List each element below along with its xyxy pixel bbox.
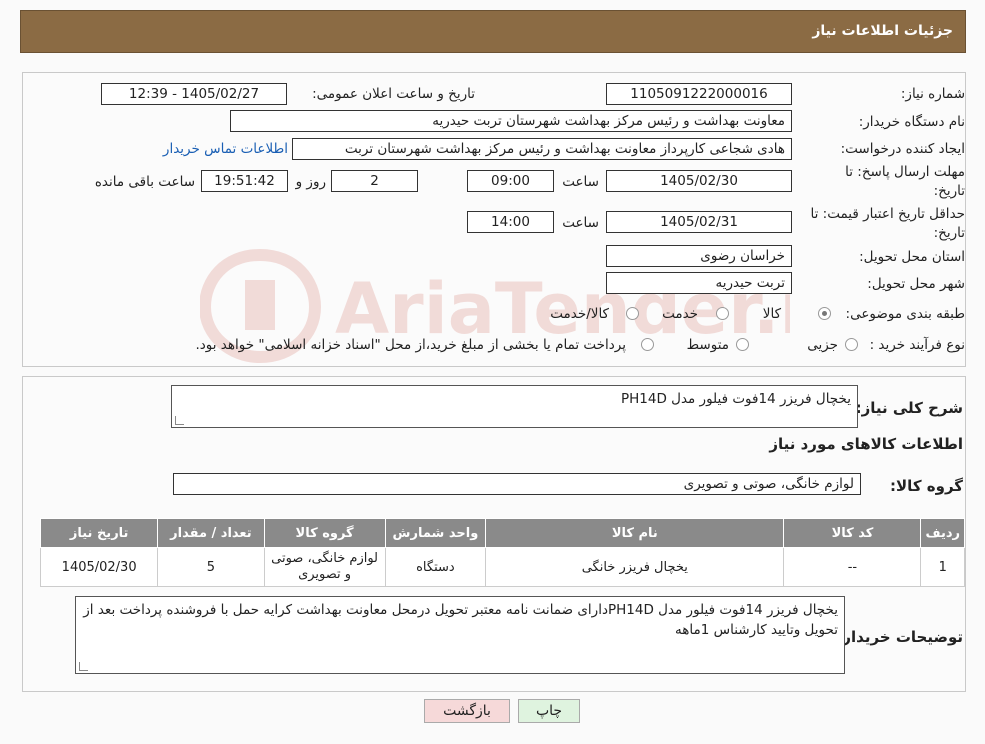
- cell-name: یخچال فریزر خانگی: [485, 547, 785, 587]
- col-header-name: نام کالا: [485, 518, 785, 548]
- resize-grip-icon[interactable]: [79, 662, 88, 671]
- announce-label: تاریخ و ساعت اعلان عمومی:: [312, 86, 475, 102]
- process-treasury-note: پرداخت تمام یا بخشی از مبلغ خرید،از محل …: [195, 337, 626, 353]
- table-header-row: ردیف کد کالا نام کالا واحد شمارش گروه کا…: [39, 518, 965, 548]
- remaining-time-field: 19:51:42: [201, 170, 288, 192]
- description-textarea[interactable]: یخچال فریزر 14فوت فیلور مدل PH14D: [171, 385, 858, 428]
- buyer-org-label: نام دستگاه خریدار:: [858, 114, 965, 130]
- province-label: استان محل تحویل:: [859, 249, 965, 265]
- city-label: شهر محل تحویل:: [867, 276, 965, 292]
- category-option-goods: کالا: [762, 306, 781, 322]
- cell-unit: دستگاه: [384, 547, 487, 587]
- table-row: 1 -- یخچال فریزر خانگی دستگاه لوازم خانگ…: [39, 547, 965, 587]
- cell-quantity: 5: [157, 547, 265, 587]
- cell-code: --: [783, 547, 922, 587]
- process-radio-minor[interactable]: [845, 338, 858, 351]
- description-text: یخچال فریزر 14فوت فیلور مدل PH14D: [620, 391, 851, 407]
- buyer-org-field: معاونت بهداشت و رئیس مرکز بهداشت شهرستان…: [230, 110, 792, 132]
- col-header-group: گروه کالا: [263, 518, 386, 548]
- col-header-code: کد کالا: [783, 518, 922, 548]
- price-validity-label-line1: حداقل تاریخ اعتبار قیمت: تا: [810, 206, 965, 222]
- process-option-minor: جزیی: [807, 337, 838, 353]
- announce-field: 1405/02/27 - 12:39: [101, 83, 287, 105]
- price-validity-label-line2: تاریخ:: [933, 225, 965, 241]
- deadline-label-line2: تاریخ:: [933, 183, 965, 199]
- col-header-unit: واحد شمارش: [384, 518, 487, 548]
- city-field: تربت حیدریه: [606, 272, 792, 294]
- process-radio-medium[interactable]: [736, 338, 749, 351]
- category-label: طبقه بندی موضوعی:: [845, 306, 965, 322]
- buyer-notes-label: توضیحات خریدار:: [836, 628, 963, 646]
- description-label: شرح کلی نیاز:: [855, 399, 963, 417]
- price-validity-date-field: 1405/02/31: [606, 211, 792, 233]
- deadline-date-field: 1405/02/30: [606, 170, 792, 192]
- category-option-service: خدمت: [662, 306, 698, 322]
- deadline-label-line1: مهلت ارسال پاسخ: تا: [845, 164, 965, 180]
- buyer-notes-text: یخچال فریزر 14فوت فیلور مدل PH14Dدارای ض…: [83, 602, 838, 638]
- back-button[interactable]: بازگشت: [424, 699, 510, 723]
- goods-group-field: لوازم خانگی، صوتی و تصویری: [173, 473, 861, 495]
- col-header-quantity: تعداد / مقدار: [157, 518, 265, 548]
- goods-section-title: اطلاعات کالاهای مورد نیاز: [769, 435, 963, 453]
- process-option-medium: متوسط: [686, 337, 729, 353]
- price-validity-time-field: 14:00: [467, 211, 554, 233]
- deadline-time-label: ساعت: [562, 174, 599, 190]
- col-header-need-date: تاریخ نیاز: [39, 518, 159, 548]
- creator-label: ایجاد کننده درخواست:: [840, 141, 965, 157]
- resize-grip-icon[interactable]: [175, 416, 184, 425]
- need-number-label: شماره نیاز:: [900, 86, 965, 102]
- col-header-row-number: ردیف: [920, 518, 965, 548]
- creator-field: هادی شجاعی کارپرداز معاونت بهداشت و رئیس…: [292, 138, 792, 160]
- process-checkbox-treasury[interactable]: [641, 338, 654, 351]
- price-validity-time-label: ساعت: [562, 215, 599, 231]
- deadline-time-field: 09:00: [467, 170, 554, 192]
- cell-group: لوازم خانگی، صوتی و تصویری: [263, 547, 386, 587]
- category-radio-goods-service[interactable]: [626, 307, 639, 320]
- items-table-wrapper: ردیف کد کالا نام کالا واحد شمارش گروه کا…: [39, 518, 965, 587]
- province-field: خراسان رضوی: [606, 245, 792, 267]
- buyer-notes-textarea[interactable]: یخچال فریزر 14فوت فیلور مدل PH14Dدارای ض…: [75, 596, 845, 674]
- category-radio-service[interactable]: [716, 307, 729, 320]
- cell-need-date: 1405/02/30: [39, 547, 159, 587]
- page-header: جزئیات اطلاعات نیاز: [20, 10, 966, 53]
- need-number-field: 1105091222000016: [606, 83, 792, 105]
- category-radio-goods[interactable]: [818, 307, 831, 320]
- deadline-days-field: 2: [331, 170, 418, 192]
- page-title: جزئیات اطلاعات نیاز: [812, 23, 953, 39]
- items-table: ردیف کد کالا نام کالا واحد شمارش گروه کا…: [39, 518, 965, 587]
- process-label: نوع فرآیند خرید :: [869, 337, 965, 353]
- buyer-contact-link[interactable]: اطلاعات تماس خریدار: [163, 141, 288, 157]
- category-option-goods-service: کالا/خدمت: [550, 306, 609, 322]
- cell-row-number: 1: [920, 547, 965, 587]
- deadline-days-label: روز و: [295, 174, 326, 190]
- print-button[interactable]: چاپ: [518, 699, 580, 723]
- remaining-time-label: ساعت باقی مانده: [94, 174, 195, 190]
- goods-group-label: گروه کالا:: [890, 477, 963, 495]
